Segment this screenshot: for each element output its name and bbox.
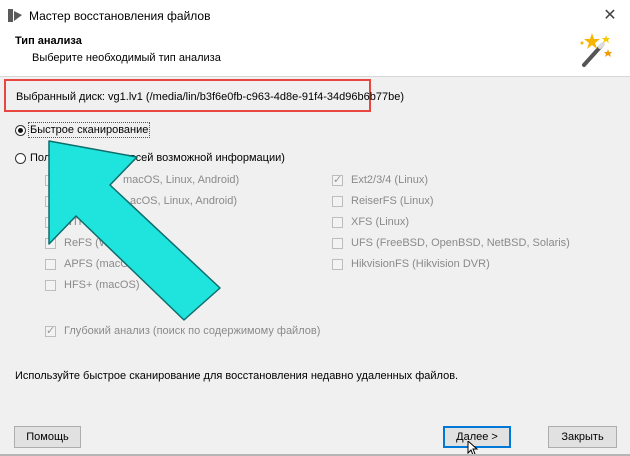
full-scan-radio[interactable]: [15, 152, 26, 164]
fs-label: UFS (FreeBSD, OpenBSD, NetBSD, Solaris): [351, 237, 570, 249]
fs-checkbox[interactable]: [332, 237, 343, 249]
fs-label: macOS, Linux, Android): [123, 174, 240, 186]
title-bar: Мастер восстановления файлов ✕: [0, 0, 630, 31]
deep-analysis-label: Глубокий анализ (поиск по содержимому фа…: [64, 325, 321, 337]
fs-option-right-5[interactable]: HikvisionFS (Hikvision DVR): [332, 257, 490, 271]
close-icon[interactable]: ✕: [600, 5, 620, 25]
fs-option-right-1[interactable]: Ext2/3/4 (Linux): [332, 173, 428, 187]
full-scan-label-end[interactable]: к всей возможной информации): [122, 152, 285, 164]
fs-checkbox[interactable]: [45, 258, 56, 270]
fs-option-right-2[interactable]: ReiserFS (Linux): [332, 194, 434, 208]
fs-option-left-3[interactable]: NTFS: [45, 215, 93, 229]
quick-scan-option[interactable]: Быстрое сканирование: [15, 122, 151, 138]
selected-disk-highlight: Выбранный диск: vg1.lv1 (/media/lin/b3f6…: [4, 79, 404, 112]
fs-checkbox[interactable]: [332, 258, 343, 270]
fs-option-left-4[interactable]: ReFS (Wind: [45, 236, 124, 250]
fs-label: NTFS: [64, 216, 93, 228]
full-scan-label-start[interactable]: Пол: [30, 152, 50, 164]
fs-checkbox[interactable]: [332, 216, 343, 228]
fs-label: ReFS (Wind: [64, 237, 124, 249]
fs-label: XFS (Linux): [351, 216, 410, 228]
fs-checkbox[interactable]: [45, 174, 56, 186]
fs-checkbox[interactable]: [45, 279, 56, 291]
fs-checkbox[interactable]: [45, 195, 56, 207]
help-button[interactable]: Помощь: [14, 426, 81, 448]
hint-text: Используйте быстрое сканирование для вос…: [15, 370, 459, 382]
full-scan-option[interactable]: Пол: [15, 151, 50, 165]
deep-analysis-checkbox[interactable]: [45, 324, 56, 337]
fs-option-left-6[interactable]: HFS+ (macOS): [45, 278, 139, 292]
deep-analysis-option[interactable]: Глубокий анализ (поиск по содержимому фа…: [45, 324, 320, 338]
fs-label: APFS (macOS): [64, 258, 140, 270]
quick-scan-label[interactable]: Быстрое сканирование: [27, 122, 151, 138]
fs-checkbox[interactable]: [332, 173, 343, 186]
wizard-app-icon: [8, 9, 22, 22]
fs-option-left-1[interactable]: macOS, Linux, Android): [45, 173, 239, 187]
fs-checkbox[interactable]: [45, 216, 56, 228]
page-title: Тип анализа: [15, 35, 82, 47]
wizard-header: Тип анализа Выберите необходимый тип ана…: [0, 31, 630, 77]
fs-label: acOS, Linux, Android): [130, 195, 238, 207]
magic-wand-icon: [580, 33, 612, 67]
close-button[interactable]: Закрыть: [548, 426, 617, 448]
fs-checkbox[interactable]: [332, 195, 343, 207]
fs-label: HFS+ (macOS): [64, 279, 140, 291]
quick-scan-radio[interactable]: [15, 124, 26, 136]
page-subtitle: Выберите необходимый тип анализа: [32, 52, 221, 64]
window-title: Мастер восстановления файлов: [29, 9, 211, 23]
fs-label: ReiserFS (Linux): [351, 195, 434, 207]
fs-option-left-2[interactable]: acOS, Linux, Android): [45, 194, 237, 208]
fs-label: HikvisionFS (Hikvision DVR): [351, 258, 490, 270]
fs-option-right-4[interactable]: UFS (FreeBSD, OpenBSD, NetBSD, Solaris): [332, 236, 570, 250]
fs-option-right-3[interactable]: XFS (Linux): [332, 215, 409, 229]
fs-option-left-5[interactable]: APFS (macOS): [45, 257, 140, 271]
fs-checkbox[interactable]: [45, 237, 56, 249]
fs-label: Ext2/3/4 (Linux): [351, 174, 429, 186]
selected-disk-label: Выбранный диск: vg1.lv1 (/media/lin/b3f6…: [16, 91, 405, 103]
